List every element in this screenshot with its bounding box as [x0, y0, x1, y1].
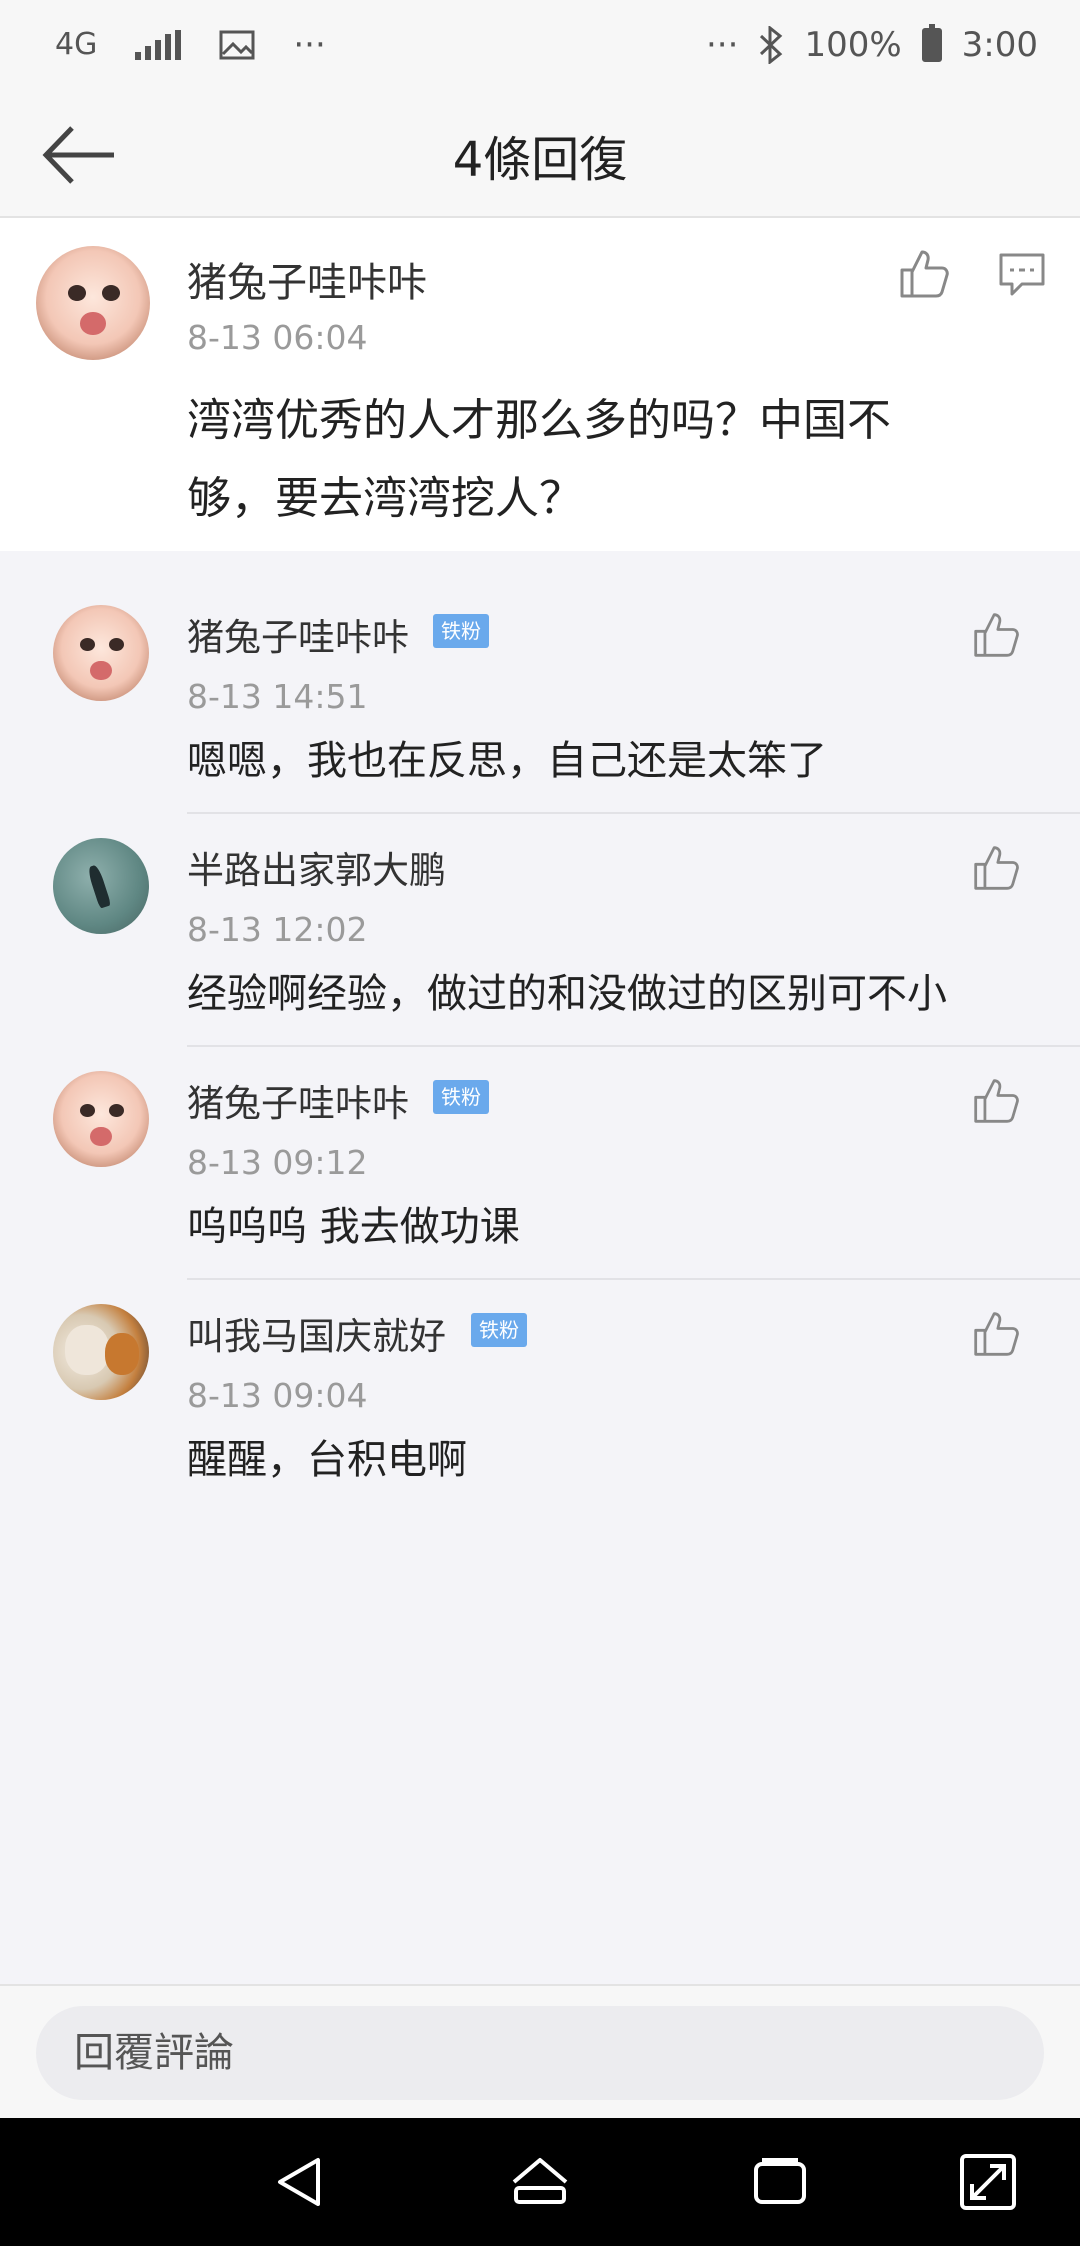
like-button[interactable] [972, 1077, 1020, 1125]
expand-icon [960, 2154, 1016, 2210]
comment-button[interactable] [998, 252, 1046, 298]
thumbs-up-icon [974, 846, 1019, 890]
main-comment: 猪兔子哇咔咔 8-13 06:04 湾湾优秀的人才那么多的吗？中国不 够，要去湾… [0, 218, 1080, 551]
bluetooth-icon [760, 26, 783, 64]
like-button[interactable] [972, 1310, 1020, 1358]
comment-content-line1: 湾湾优秀的人才那么多的吗？中国不 [187, 395, 891, 446]
top-nav: 4條回復 [0, 90, 1080, 218]
like-button[interactable] [898, 248, 950, 300]
status-left: 4G ··· [55, 25, 326, 65]
triangle-back-icon [278, 2158, 320, 2206]
like-button[interactable] [972, 611, 1020, 659]
reply-input-bar [0, 1984, 1080, 2118]
thumbs-up-icon [974, 1079, 1019, 1123]
avatar[interactable] [36, 246, 150, 360]
avatar[interactable] [53, 1304, 149, 1400]
reply-item: 半路出家郭大鹏 8-13 12:02 经验啊经验，做过的和没做过的区别可不小 [0, 814, 1080, 1047]
reply-content: 醒醒，台积电啊 [187, 1437, 467, 1483]
comment-content-line2: 够，要去湾湾挖人？ [187, 473, 583, 524]
image-icon [219, 30, 255, 60]
system-back-button[interactable] [270, 2150, 334, 2214]
status-more-left: ··· [293, 25, 326, 65]
system-nav-bar [0, 2118, 1080, 2246]
battery-icon [921, 24, 942, 62]
avatar[interactable] [53, 605, 149, 701]
avatar[interactable] [53, 838, 149, 934]
reply-username[interactable]: 猪兔子哇咔咔 [187, 607, 409, 661]
reply-input[interactable] [36, 2006, 1044, 2100]
recents-icon [754, 2158, 806, 2204]
system-recents-button[interactable] [748, 2150, 812, 2214]
page-title: 4條回復 [452, 132, 628, 188]
reply-item: 猪兔子哇咔咔 铁粉 8-13 14:51 嗯嗯，我也在反思，自己还是太笨了 [0, 581, 1080, 814]
reply-time: 8-13 12:02 [187, 910, 368, 949]
thumbs-up-icon [974, 613, 1019, 657]
reply-time: 8-13 14:51 [187, 677, 368, 716]
system-home-button[interactable] [508, 2150, 572, 2214]
status-more-right: ··· [706, 25, 739, 65]
home-icon [512, 2158, 568, 2204]
avatar[interactable] [53, 1071, 149, 1167]
comment-icon [999, 253, 1045, 296]
reply-username[interactable]: 半路出家郭大鹏 [187, 840, 446, 894]
fan-badge: 铁粉 [471, 1313, 527, 1347]
reply-time: 8-13 09:12 [187, 1143, 368, 1182]
battery-percent: 100% [804, 25, 902, 65]
fan-badge: 铁粉 [433, 614, 489, 648]
reply-item: 猪兔子哇咔咔 铁粉 8-13 09:12 呜呜呜 我去做功课 [0, 1047, 1080, 1280]
replies-list: 猪兔子哇咔咔 铁粉 8-13 14:51 嗯嗯，我也在反思，自己还是太笨了 半路… [0, 581, 1080, 1984]
thumbs-up-icon [900, 250, 949, 298]
fan-badge: 铁粉 [433, 1080, 489, 1114]
comment-content: 湾湾优秀的人才那么多的吗？中国不 够，要去湾湾挖人？ [187, 382, 1027, 538]
clock: 3:00 [961, 25, 1038, 65]
status-bar: 4G ··· ··· 100% 3:00 [0, 0, 1080, 90]
reply-username[interactable]: 叫我马国庆就好 [187, 1306, 446, 1360]
network-label: 4G [55, 27, 98, 62]
reply-content: 经验啊经验，做过的和没做过的区别可不小 [187, 971, 947, 1017]
reply-content: 嗯嗯，我也在反思，自己还是太笨了 [187, 738, 827, 784]
reply-content: 呜呜呜 我去做功课 [187, 1204, 520, 1250]
signal-icon [135, 30, 182, 60]
reply-time: 8-13 09:04 [187, 1376, 368, 1415]
reply-item: 叫我马国庆就好 铁粉 8-13 09:04 醒醒，台积电啊 [0, 1280, 1080, 1513]
status-right: ··· 100% 3:00 [706, 24, 1038, 65]
like-button[interactable] [972, 844, 1020, 892]
system-expand-button[interactable] [956, 2150, 1020, 2214]
thumbs-up-icon [974, 1312, 1019, 1356]
comment-time: 8-13 06:04 [187, 318, 368, 357]
comment-username[interactable]: 猪兔子哇咔咔 [187, 250, 427, 308]
reply-username[interactable]: 猪兔子哇咔咔 [187, 1073, 409, 1127]
